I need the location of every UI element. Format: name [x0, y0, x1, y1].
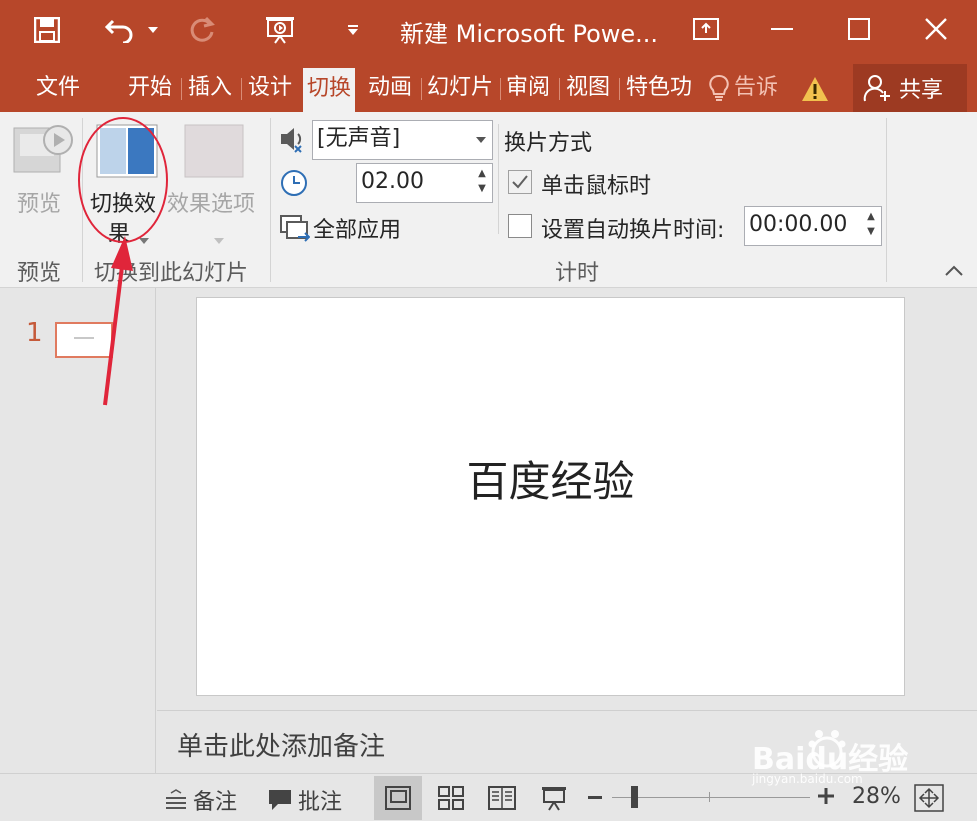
chevron-down-icon [476, 137, 486, 143]
zoom-slider-center-tick [709, 792, 710, 802]
maximize-icon[interactable] [829, 6, 889, 52]
tell-me-button[interactable]: 告诉 [708, 70, 778, 106]
slide-canvas[interactable]: 百度经验 [196, 297, 905, 696]
customize-dropdown-icon[interactable] [344, 8, 362, 52]
duration-spinner[interactable]: 02.00 ▲ ▼ [356, 163, 493, 203]
slideshow-icon [542, 787, 566, 811]
sound-value: [无声音] [317, 126, 401, 151]
zoom-slider-track[interactable] [612, 797, 810, 798]
slide-title-text[interactable]: 百度经验 [197, 448, 904, 509]
slide-number: 1 [26, 318, 43, 348]
baidu-watermark: Baidu经验 jingyan.baidu.com [752, 722, 952, 786]
reading-view-button[interactable] [478, 776, 526, 820]
present-icon[interactable] [262, 8, 298, 52]
tab-separator [619, 78, 620, 100]
undo-dropdown-icon[interactable] [144, 8, 162, 52]
chevron-down-icon [214, 229, 224, 248]
zoom-out-icon[interactable] [588, 796, 602, 799]
notes-icon [166, 789, 186, 809]
slide-thumbnail-pane [0, 288, 156, 773]
tab-file[interactable]: 文件 [36, 70, 80, 106]
normal-view-icon [385, 786, 411, 810]
slide-sorter-icon [438, 786, 464, 810]
group-separator [886, 118, 887, 282]
highlight-ellipse [78, 117, 168, 243]
comment-icon [269, 790, 291, 810]
spinner-arrows-icon[interactable]: ▲ ▼ [863, 209, 879, 239]
duration-value: 02.00 [361, 169, 424, 194]
preview-group-label: 预览 [17, 261, 62, 286]
notes-toggle-label: 备注 [193, 790, 238, 815]
redo-icon [182, 8, 222, 52]
tab-view[interactable]: 视图 [566, 70, 610, 106]
tab-animations[interactable]: 动画 [368, 70, 412, 106]
apply-to-all-button[interactable]: 全部应用 [313, 212, 401, 244]
apply-to-all-icon [280, 213, 311, 247]
group-separator [270, 118, 271, 282]
zoom-in-icon[interactable] [817, 787, 835, 809]
on-mouse-click-checkbox[interactable] [508, 170, 532, 194]
share-button[interactable]: 共享 [853, 64, 967, 112]
transition-group-label: 切换到此幻灯片 [94, 261, 249, 286]
slide-thumbnail[interactable] [55, 322, 113, 358]
thumbnail-text-line [74, 337, 94, 339]
title-bar: 新建 Microsoft Powe... [0, 0, 977, 64]
tab-separator [559, 78, 560, 100]
tab-separator [181, 78, 182, 100]
group-separator [498, 124, 499, 234]
preview-icon[interactable] [12, 122, 74, 184]
on-mouse-click-label: 单击鼠标时 [541, 174, 652, 199]
minimize-icon[interactable] [752, 6, 812, 52]
auto-advance-time-value: 00:00.00 [749, 212, 848, 237]
preview-button[interactable]: 预览 [17, 186, 61, 218]
warning-icon[interactable] [801, 76, 829, 106]
checkmark-icon [512, 175, 528, 189]
undo-icon[interactable] [100, 8, 140, 52]
tab-slideshow[interactable]: 幻灯片 [427, 70, 493, 106]
zoom-level[interactable]: 28% [852, 784, 901, 809]
timing-group-label: 计时 [555, 261, 600, 286]
notes-placeholder[interactable]: 单击此处添加备注 [177, 726, 385, 763]
comments-label: 批注 [298, 790, 343, 815]
notes-toggle-button[interactable]: 备注 [165, 784, 237, 816]
add-person-icon [863, 75, 890, 102]
auto-advance-checkbox[interactable] [508, 214, 532, 238]
window-title: 新建 Microsoft Powe... [400, 20, 659, 48]
tab-design[interactable]: 设计 [248, 70, 292, 106]
normal-view-button[interactable] [374, 776, 422, 820]
auto-advance-label: 设置自动换片时间: [541, 218, 725, 243]
sound-icon [278, 124, 308, 158]
comments-button[interactable]: 批注 [268, 784, 342, 816]
share-label: 共享 [899, 78, 944, 103]
tab-transitions[interactable]: 切换 [303, 68, 356, 112]
reading-view-icon [488, 786, 516, 810]
fit-to-window-icon[interactable] [914, 784, 944, 816]
tab-separator [500, 78, 501, 100]
spinner-arrows-icon[interactable]: ▲ ▼ [474, 166, 490, 196]
tab-review[interactable]: 审阅 [506, 70, 550, 106]
restore-ribbon-icon[interactable] [676, 6, 736, 52]
tab-special-features[interactable]: 特色功 [626, 70, 692, 106]
tab-home[interactable]: 开始 [128, 70, 172, 106]
save-icon[interactable] [30, 8, 64, 52]
watermark-url: jingyan.baidu.com [752, 772, 863, 786]
close-icon[interactable] [906, 6, 966, 52]
advance-slide-heading: 换片方式 [504, 131, 593, 156]
collapse-ribbon-icon[interactable] [944, 262, 964, 281]
sound-dropdown[interactable]: [无声音] [312, 120, 493, 160]
tab-insert[interactable]: 插入 [188, 70, 232, 106]
lightbulb-icon [709, 74, 729, 101]
ribbon-tab-row: 文件 开始 插入 设计 切换 动画 幻灯片 审阅 视图 特色功 告诉 共享 [0, 64, 977, 112]
effect-options-icon[interactable] [184, 124, 244, 182]
auto-advance-time-spinner[interactable]: 00:00.00 ▲ ▼ [744, 206, 882, 246]
tell-me-label: 告诉 [734, 75, 779, 100]
slide-sorter-view-button[interactable] [427, 776, 475, 820]
slideshow-view-button[interactable] [530, 776, 578, 820]
zoom-slider-thumb[interactable] [631, 786, 638, 808]
tab-separator [421, 78, 422, 100]
effect-options-button[interactable]: 效果选项 [167, 186, 255, 218]
tab-separator [241, 78, 242, 100]
duration-clock-icon [280, 169, 308, 201]
